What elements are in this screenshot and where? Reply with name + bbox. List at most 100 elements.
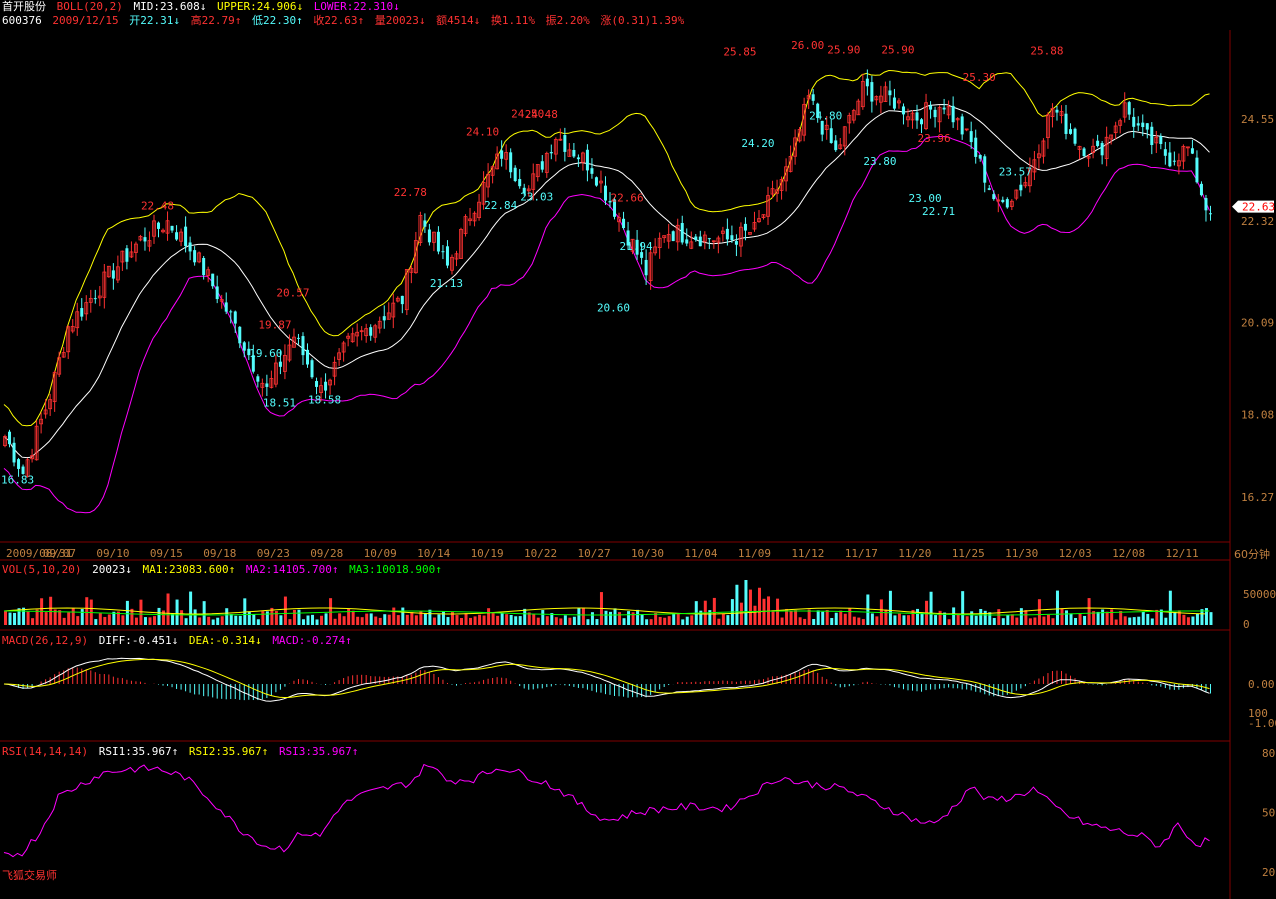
price-label: 23.00 [908, 192, 941, 205]
volume-bar [753, 605, 757, 625]
candle-body [315, 381, 319, 387]
candle-body [1172, 160, 1176, 162]
x-axis-label: 10/22 [524, 547, 557, 560]
volume-bar [365, 613, 369, 625]
volume-bar [1087, 598, 1091, 625]
candle-body [301, 336, 305, 356]
vol-axis-tick: 50000 [1243, 588, 1276, 601]
volume-bar [478, 614, 482, 625]
x-axis-label: 12/11 [1166, 547, 1199, 560]
volume-bar [469, 617, 473, 625]
volume-bar [654, 613, 658, 625]
rsi-axis-tick: 50 [1262, 807, 1275, 820]
volume-bar [830, 618, 834, 625]
candle-body [549, 152, 553, 154]
volume-bar [482, 615, 486, 625]
volume-bar [274, 611, 278, 625]
volume-bar [225, 608, 229, 625]
candle-body [157, 222, 161, 229]
volume-bar [780, 617, 784, 625]
volume-bar [1150, 618, 1154, 625]
volume-bar [821, 611, 825, 625]
candle-body [951, 105, 955, 123]
stock-chart[interactable]: 16.83 22.48 19.87 19.60 18.51 20.57 18.58 22.78… [0, 0, 1276, 899]
volume-bar [500, 613, 504, 625]
volume-bar [446, 617, 450, 625]
volume-bar [410, 612, 414, 625]
price-label: 19.87 [258, 319, 291, 332]
volume-bar [256, 619, 260, 625]
volume-bar [1069, 613, 1073, 625]
volume-bar [62, 617, 66, 625]
volume-bar [834, 612, 838, 625]
candle-body [585, 149, 589, 171]
candle-body [93, 298, 97, 300]
volume-bar [211, 619, 215, 625]
candle-body [238, 326, 242, 344]
volume-bar [193, 609, 197, 625]
boll-mid-line [3, 103, 1210, 459]
volume-bar [505, 614, 509, 625]
volume-bar [1042, 616, 1046, 625]
x-axis-label: 10/27 [577, 547, 610, 560]
volume-bar [1155, 609, 1159, 625]
rsi-axis-tick: 80 [1262, 747, 1275, 760]
volume-bar [613, 608, 617, 625]
candle-body [725, 228, 729, 240]
volume-bar [645, 619, 649, 625]
vol-axis-tick: 0 [1243, 618, 1250, 631]
price-label: 24.20 [741, 137, 774, 150]
volume-bar [1060, 608, 1064, 625]
candle-body [445, 246, 449, 266]
volume-bar [26, 611, 30, 625]
volume-bar [676, 613, 680, 625]
price-label: 23.57 [999, 166, 1032, 179]
candle-body [1195, 157, 1199, 183]
volume-bar [1191, 616, 1195, 625]
volume-bar [1019, 608, 1023, 625]
volume-bar [906, 615, 910, 625]
x-axis-label: 10/09 [364, 547, 397, 560]
volume-bar [776, 598, 780, 625]
candle-body [834, 140, 838, 151]
candle-body [942, 107, 946, 110]
volume-bar [568, 617, 572, 625]
volume-bar [1051, 618, 1055, 625]
volume-bar [360, 617, 364, 625]
candle-body [1141, 122, 1145, 128]
x-axis-label: 09/10 [96, 547, 129, 560]
candle-body [743, 223, 747, 231]
volume-bar [956, 614, 960, 625]
candle-body [500, 150, 504, 159]
candle-body [143, 237, 147, 242]
candle-body [540, 161, 544, 170]
volume-bar [143, 617, 147, 625]
price-label: 25.90 [827, 43, 860, 56]
volume-bar [1055, 590, 1059, 625]
volume-bar [58, 610, 62, 625]
candle-body [730, 235, 734, 241]
volume-bar [554, 617, 558, 625]
volume-bar [1209, 612, 1213, 625]
volume-bar [586, 619, 590, 625]
volume-bar [374, 616, 378, 625]
candle-body [1208, 213, 1212, 215]
volume-bar [816, 610, 820, 625]
candle-body [915, 112, 919, 121]
volume-bar [261, 611, 265, 625]
candle-body [265, 383, 269, 387]
price-label: 26.00 [791, 39, 824, 52]
price-label: 22.84 [484, 199, 517, 212]
volume-bar [369, 613, 373, 625]
volume-bar [85, 597, 89, 625]
volume-bar [1195, 613, 1199, 625]
volume-bar [916, 608, 920, 625]
volume-bar [979, 608, 983, 625]
candle-body [671, 231, 675, 242]
volume-bar [1083, 615, 1087, 625]
volume-bar [297, 609, 301, 625]
price-label: 24.48 [525, 108, 558, 121]
volume-bar [152, 616, 156, 625]
volume-bar [952, 607, 956, 625]
volume-bar [875, 616, 879, 625]
